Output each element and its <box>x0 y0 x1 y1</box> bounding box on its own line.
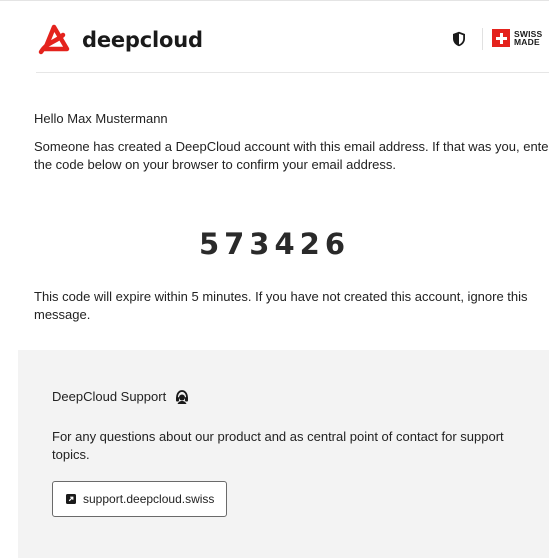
external-link-icon <box>66 494 76 504</box>
support-link-button[interactable]: support.deepcloud.swiss <box>52 481 228 517</box>
swiss-flag-icon <box>492 29 510 47</box>
expiry-notice: This code will expire within 5 minutes. … <box>34 289 528 322</box>
support-title-text: DeepCloud Support <box>52 389 167 404</box>
verification-code: 573426 <box>198 227 351 261</box>
support-section: DeepCloud Support For any questions abou… <box>18 350 549 558</box>
support-link-label: support.deepcloud.swiss <box>83 492 215 506</box>
header-divider <box>482 28 483 50</box>
header-separator <box>36 72 549 73</box>
support-description: For any questions about our product and … <box>52 429 504 462</box>
brand-name: deepcloud <box>82 28 203 52</box>
headset-icon <box>176 390 189 404</box>
brand-logo: deepcloud <box>36 22 203 58</box>
swiss-made-badge: SWISS MADE <box>492 29 542 47</box>
top-border <box>0 0 549 1</box>
email-header: deepcloud SWISS MADE <box>36 22 549 58</box>
intro-text: Someone has created a DeepCloud account … <box>34 139 549 172</box>
swiss-made-text: SWISS MADE <box>514 29 542 47</box>
deepcloud-logo-icon <box>38 24 70 55</box>
email-content: Hello Max Mustermann Someone has created… <box>34 110 549 174</box>
swiss-text-line2: MADE <box>514 37 540 47</box>
shield-icon <box>453 31 465 47</box>
support-title: DeepCloud Support <box>52 388 190 406</box>
greeting-text: Hello Max Mustermann <box>34 111 168 126</box>
email-page: deepcloud SWISS MADE Hello Max Musterman… <box>0 0 549 558</box>
